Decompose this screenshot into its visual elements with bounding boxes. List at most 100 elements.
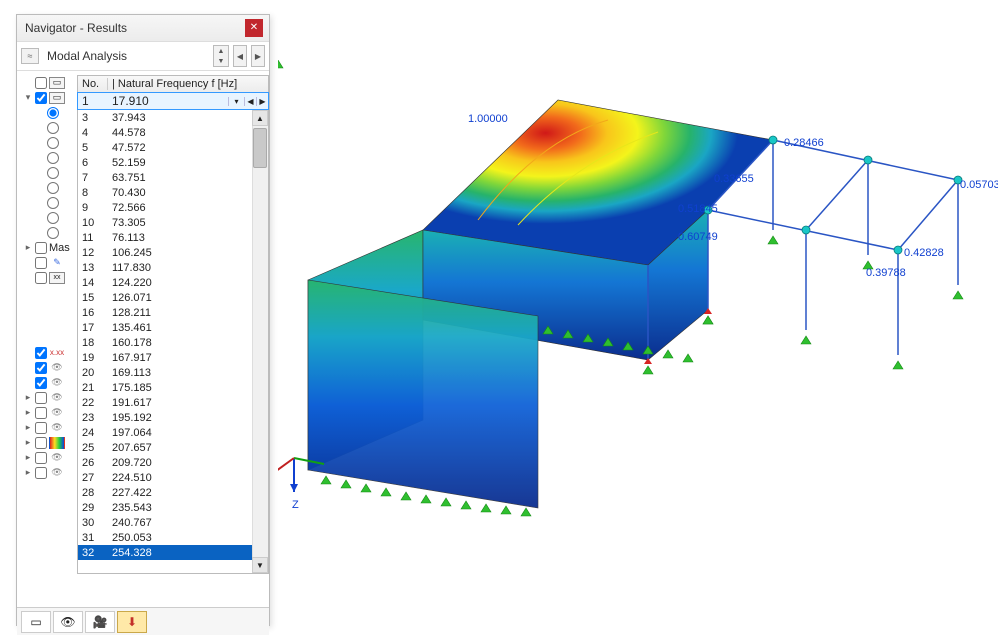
chevron-down-icon[interactable]: ▾ [228,97,244,106]
frequency-list-item[interactable]: 870.430 [78,185,268,200]
frequency-list-item[interactable]: 547.572 [78,140,268,155]
freq-value: 47.572 [108,142,268,154]
frequency-list-item[interactable]: 17135.461 [78,320,268,335]
tree-radio-1[interactable] [21,105,77,120]
list-header[interactable]: No. | Natural Frequency f [Hz] [77,75,269,93]
freq-no: 13 [78,262,108,274]
frequency-list-item[interactable]: 26209.720 [78,455,268,470]
scroll-down-button[interactable]: ▼ [252,557,268,573]
frequency-list-item[interactable]: 19167.917 [78,350,268,365]
frequency-list-item[interactable]: 18160.178 [78,335,268,350]
expand-icon[interactable]: ▸ [23,242,33,253]
tree-radio-8[interactable] [21,210,77,225]
tree-item-xx[interactable]: xx [21,270,77,285]
tree-root-toggle[interactable]: ▭ [21,75,77,90]
frequency-list-item[interactable]: 30240.767 [78,515,268,530]
frequency-list-item[interactable]: 972.566 [78,200,268,215]
eye-icon: 👁 [49,362,65,374]
frequency-list-item[interactable]: 13117.830 [78,260,268,275]
expand-icon[interactable]: ▾ [23,92,33,103]
freq-value: 160.178 [108,337,268,349]
tree-opt-6[interactable]: ▸👁 [21,420,77,435]
frequency-list-item[interactable]: 1073.305 [78,215,268,230]
tab-results[interactable]: ⬇ [117,611,147,633]
freq-value: 106.245 [108,247,268,259]
tree-opt-8[interactable]: ▸👁 [21,450,77,465]
frequency-list-item[interactable]: 24197.064 [78,425,268,440]
tree-root-check[interactable] [35,77,47,89]
freq-no: 24 [78,427,108,439]
tree-item-1-check[interactable] [35,92,47,104]
tree-opt-1[interactable]: x.xx [21,345,77,360]
mode-next-button[interactable]: ▶ [251,45,265,67]
frequency-list-item[interactable]: 763.751 [78,170,268,185]
freq-no: 17 [78,322,108,334]
frequency-list-item[interactable]: 15126.071 [78,290,268,305]
tree-radio-5[interactable] [21,165,77,180]
tree-radio-9[interactable] [21,225,77,240]
frequency-list-item[interactable]: 1176.113 [78,230,268,245]
tree-radio-6[interactable] [21,180,77,195]
tab-views[interactable]: 🎥 [85,611,115,633]
frequency-list-item[interactable]: 25207.657 [78,440,268,455]
tab-display[interactable]: 👁 [53,611,83,633]
tree-opt-5[interactable]: ▸👁 [21,405,77,420]
expand-icon[interactable]: ▸ [23,452,33,463]
expand-icon[interactable]: ▸ [23,407,33,418]
frequency-list-item[interactable]: 27224.510 [78,470,268,485]
frequency-list-item[interactable]: 22191.617 [78,395,268,410]
freq-no: 20 [78,367,108,379]
freq-no: 15 [78,292,108,304]
frequency-list-item[interactable]: 31250.053 [78,530,268,545]
expand-icon[interactable]: ▸ [23,467,33,478]
freq-value: 167.917 [108,352,268,364]
tree-opt-2[interactable]: 👁 [21,360,77,375]
tree-opt-7[interactable]: ▸ [21,435,77,450]
analysis-mode-label: Modal Analysis [43,49,209,63]
expand-icon[interactable]: ▸ [23,392,33,403]
tree-item-1[interactable]: ▾ ▭ [21,90,77,105]
tree-item-pen[interactable]: ✎ [21,255,77,270]
close-button[interactable]: ✕ [245,19,263,37]
tree-radio-2[interactable] [21,120,77,135]
freq-no: 26 [78,457,108,469]
tree-radio-3[interactable] [21,135,77,150]
frequency-list-item[interactable]: 28227.422 [78,485,268,500]
tree-opt-4[interactable]: ▸👁 [21,390,77,405]
frequency-list-item[interactable]: 337.943 [78,110,268,125]
tree-item-mas[interactable]: ▸Mas [21,240,77,255]
prev-freq-button[interactable]: ◀ [244,97,256,106]
mode-stepper[interactable]: ▲▼ [213,45,229,67]
mode-prev-button[interactable]: ◀ [233,45,247,67]
frequency-list-item[interactable]: 23195.192 [78,410,268,425]
model-viewport[interactable]: Z 1.00000 0.28466 0.33655 0.51845 0.6074… [278,60,998,540]
freq-no: 31 [78,532,108,544]
frequency-list-item[interactable]: 444.578 [78,125,268,140]
frequency-list-item[interactable]: 32254.328 [78,545,268,560]
tree-opt-3[interactable]: 👁 [21,375,77,390]
frequency-list-item[interactable]: 14124.220 [78,275,268,290]
freq-value: 124.220 [108,277,268,289]
frequency-dropdown[interactable]: 1 17.910 ▾ ◀ ▶ [77,92,269,110]
tree-opt-9[interactable]: ▸👁 [21,465,77,480]
next-freq-button[interactable]: ▶ [256,97,268,106]
scrollbar-track[interactable]: ▲ ▼ [252,110,268,573]
frequency-list-item[interactable]: 652.159 [78,155,268,170]
tab-data[interactable]: ▭ [21,611,51,633]
analysis-type-icon[interactable]: ≈ [21,48,39,64]
frequency-list-item[interactable]: 29235.543 [78,500,268,515]
frequency-list-item[interactable]: 21175.185 [78,380,268,395]
expand-icon[interactable]: ▸ [23,422,33,433]
tree-radio-7[interactable] [21,195,77,210]
eye-icon: 👁 [49,392,65,404]
scrollbar-thumb[interactable] [253,128,267,168]
scroll-up-button[interactable]: ▲ [252,110,268,126]
list-header-val: | Natural Frequency f [Hz] [108,78,268,90]
frequency-list-item[interactable]: 16128.211 [78,305,268,320]
expand-icon[interactable]: ▸ [23,437,33,448]
values-eye-icon: x.xx [49,347,65,359]
tree-radio-4[interactable] [21,150,77,165]
frequency-list-item[interactable]: 20169.113 [78,365,268,380]
frequency-list[interactable]: 337.943444.578547.572652.159763.751870.4… [77,110,269,574]
frequency-list-item[interactable]: 12106.245 [78,245,268,260]
